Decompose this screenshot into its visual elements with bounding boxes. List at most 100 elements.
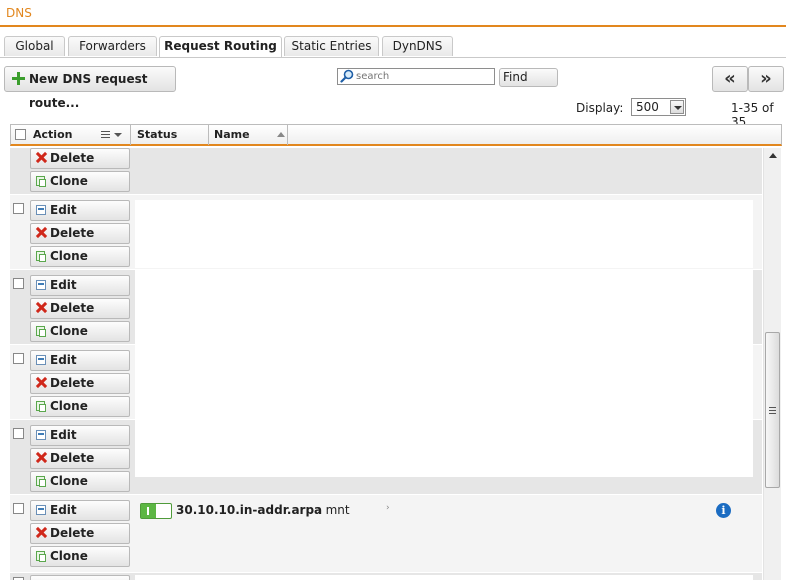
- new-route-button[interactable]: New DNS request route...: [4, 66, 176, 110]
- display-count-value: 500: [636, 100, 659, 114]
- clone-icon: [36, 551, 46, 562]
- plus-icon: [11, 71, 26, 86]
- delete-button[interactable]: Delete: [30, 148, 130, 169]
- row-content: [135, 345, 753, 420]
- row-content: [135, 200, 753, 268]
- edit-label: Edit: [50, 503, 77, 517]
- table-row: Edit Delete Clone: [10, 420, 762, 495]
- clone-label: Clone: [50, 324, 88, 338]
- scroll-thumb[interactable]: [765, 332, 780, 488]
- page-title: DNS: [6, 6, 32, 20]
- edit-button[interactable]: Edit: [30, 275, 130, 296]
- delete-label: Delete: [50, 151, 95, 165]
- tab-forwarders[interactable]: Forwarders: [68, 36, 157, 56]
- clone-icon: [36, 401, 46, 412]
- clone-button[interactable]: Clone: [30, 471, 130, 492]
- column-separator: [130, 125, 131, 145]
- info-icon[interactable]: i: [716, 503, 731, 518]
- column-menu-icon[interactable]: [101, 131, 110, 139]
- clone-label: Clone: [50, 249, 88, 263]
- vertical-scrollbar[interactable]: [763, 148, 781, 580]
- edit-button[interactable]: Edit: [30, 500, 130, 521]
- delete-button[interactable]: Delete: [30, 373, 130, 394]
- clone-label: Clone: [50, 549, 88, 563]
- row-content: [135, 270, 753, 345]
- tab-global[interactable]: Global: [4, 36, 65, 56]
- grid-body: Delete Clone Edit Delete Clone Edit Dele…: [10, 148, 762, 580]
- table-row: Edit Delete Clone: [10, 345, 762, 420]
- edit-icon: [36, 430, 46, 440]
- delete-icon: [36, 302, 47, 313]
- clone-button[interactable]: Clone: [30, 396, 130, 417]
- toggle-on-indicator: [141, 504, 156, 518]
- edit-button[interactable]: Edit: [30, 425, 130, 446]
- delete-button[interactable]: Delete: [30, 223, 130, 244]
- table-row: Edit Delete Clone: [10, 195, 762, 270]
- search-input[interactable]: [337, 68, 495, 85]
- scroll-up-icon[interactable]: [769, 153, 777, 158]
- delete-button[interactable]: Delete: [30, 298, 130, 319]
- new-route-label: New DNS request route...: [29, 72, 148, 110]
- edit-label: Edit: [50, 203, 77, 217]
- display-count-select[interactable]: 500: [631, 98, 686, 116]
- edit-label: Edit: [50, 353, 77, 367]
- edit-button[interactable]: [30, 575, 130, 580]
- status-toggle[interactable]: [140, 503, 172, 519]
- tab-dyndns[interactable]: DynDNS: [382, 36, 453, 56]
- tab-request-routing[interactable]: Request Routing: [159, 36, 282, 58]
- row-checkbox[interactable]: [13, 353, 24, 364]
- route-target: › mnt: [317, 503, 350, 517]
- clone-icon: [36, 476, 46, 487]
- row-checkbox[interactable]: [13, 203, 24, 214]
- table-row: Edit Delete Clone: [10, 270, 762, 345]
- delete-icon: [36, 227, 47, 238]
- clone-label: Clone: [50, 174, 88, 188]
- clone-button[interactable]: Clone: [30, 546, 130, 567]
- sort-ascending-icon[interactable]: [277, 132, 285, 137]
- find-button[interactable]: Find: [499, 68, 558, 87]
- previous-page-button[interactable]: «: [712, 66, 748, 92]
- edit-button[interactable]: Edit: [30, 350, 130, 371]
- clone-button[interactable]: Clone: [30, 321, 130, 342]
- row-checkbox[interactable]: [13, 428, 24, 439]
- edit-label: Edit: [50, 428, 77, 442]
- table-row: [10, 573, 762, 580]
- column-action[interactable]: Action: [33, 125, 72, 145]
- clone-icon: [36, 326, 46, 337]
- row-checkbox[interactable]: [13, 503, 24, 514]
- edit-icon: [36, 280, 46, 290]
- edit-button[interactable]: Edit: [30, 200, 130, 221]
- clone-label: Clone: [50, 474, 88, 488]
- row-content: [135, 420, 753, 477]
- grip-icon: [769, 407, 776, 414]
- column-name[interactable]: Name: [214, 125, 250, 145]
- search-icon: [340, 69, 354, 83]
- edit-icon: [36, 505, 46, 515]
- edit-icon: [36, 355, 46, 365]
- row-checkbox[interactable]: [13, 278, 24, 289]
- column-separator: [287, 125, 288, 145]
- tab-divider: [0, 57, 786, 58]
- tab-static-entries[interactable]: Static Entries: [284, 36, 379, 56]
- delete-label: Delete: [50, 451, 95, 465]
- delete-button[interactable]: Delete: [30, 448, 130, 469]
- clone-button[interactable]: Clone: [30, 246, 130, 267]
- chevron-down-icon[interactable]: [114, 133, 122, 137]
- delete-label: Delete: [50, 526, 95, 540]
- select-all-checkbox[interactable]: [15, 129, 26, 140]
- route-target-end: ›: [386, 503, 390, 513]
- route-name: 30.10.10.in-addr.arpa: [176, 503, 323, 517]
- delete-label: Delete: [50, 301, 95, 315]
- column-status[interactable]: Status: [137, 125, 177, 145]
- grid-header: Action Status Name: [10, 124, 782, 146]
- edit-label: Edit: [50, 278, 77, 292]
- clone-label: Clone: [50, 399, 88, 413]
- delete-icon: [36, 452, 47, 463]
- clone-button[interactable]: Clone: [30, 171, 130, 192]
- clone-icon: [36, 251, 46, 262]
- delete-icon: [36, 152, 47, 163]
- next-page-button[interactable]: »: [748, 66, 784, 92]
- delete-button[interactable]: Delete: [30, 523, 130, 544]
- delete-label: Delete: [50, 226, 95, 240]
- edit-icon: [36, 205, 46, 215]
